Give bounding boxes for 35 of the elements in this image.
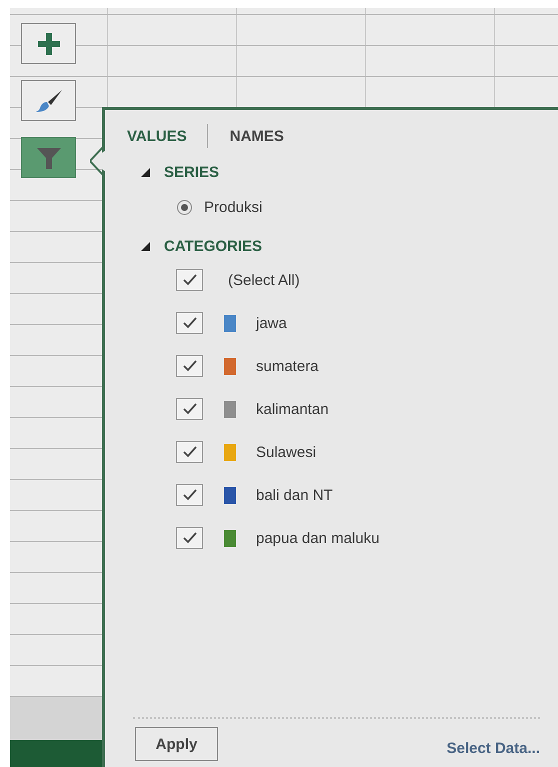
checkbox-label: (Select All) (228, 272, 300, 288)
apply-button[interactable]: Apply (135, 727, 218, 761)
tab[interactable]: VALUES (127, 128, 187, 144)
checkbox[interactable] (176, 355, 203, 377)
checkbox-label: kalimantan (256, 400, 329, 418)
paintbrush-icon (34, 88, 64, 114)
section-title: CATEGORIES (164, 238, 262, 255)
tab[interactable]: NAMES (230, 128, 284, 144)
checkmark-icon (182, 446, 196, 458)
chart-elements-button[interactable] (21, 23, 76, 64)
checkmark-icon (182, 489, 196, 501)
checkmark-icon (182, 532, 196, 544)
chart-styles-button[interactable] (21, 80, 76, 121)
checkbox-label: jawa (256, 314, 287, 332)
checkbox[interactable] (176, 398, 203, 420)
collapse-icon[interactable] (141, 242, 150, 251)
collapse-icon[interactable] (141, 168, 150, 177)
checkbox-label: sumatera (256, 358, 319, 374)
radio-button[interactable] (177, 200, 192, 215)
checkbox[interactable] (176, 484, 203, 506)
checkbox-label: bali dan NT (256, 486, 333, 504)
checkbox-label: papua dan maluku (256, 530, 380, 546)
radio-label: Produksi (204, 199, 262, 216)
checkbox-label: Sulawesi (256, 444, 316, 460)
checkmark-icon (182, 274, 196, 286)
checkbox[interactable] (176, 269, 203, 291)
plus-icon (36, 30, 62, 56)
checkbox[interactable] (176, 441, 203, 463)
checkmark-icon (182, 360, 196, 372)
select-data-link[interactable]: Select Data... (446, 740, 540, 756)
checkbox[interactable] (176, 312, 203, 334)
checkmark-icon (182, 317, 196, 329)
checkmark-icon (182, 403, 196, 415)
section-title: SERIES (164, 164, 220, 181)
checkbox[interactable] (176, 527, 203, 549)
